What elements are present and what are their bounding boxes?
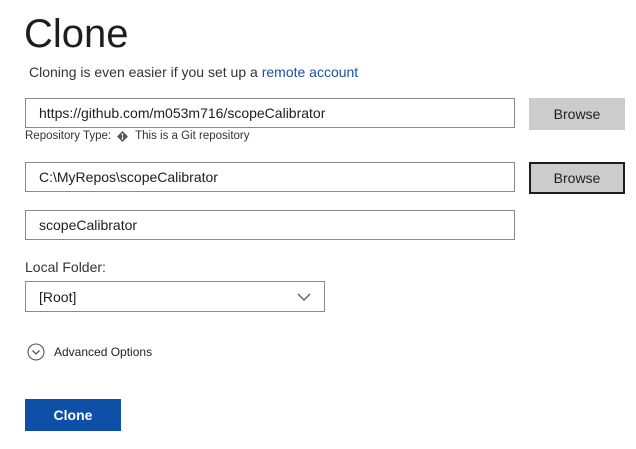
subtitle-text: Cloning is even easier if you set up a bbox=[29, 64, 262, 80]
subtitle: Cloning is even easier if you set up a r… bbox=[29, 63, 358, 81]
browse-url-button[interactable]: Browse bbox=[529, 98, 625, 130]
advanced-options-label: Advanced Options bbox=[54, 345, 153, 359]
git-icon bbox=[117, 130, 129, 142]
remote-account-link[interactable]: remote account bbox=[262, 64, 359, 80]
local-folder-select[interactable]: [Root] bbox=[25, 281, 325, 312]
repository-type-value: This is a Git repository bbox=[135, 130, 250, 142]
chevron-down-circle-icon bbox=[27, 343, 45, 361]
repository-name-value: scopeCalibrator bbox=[39, 217, 138, 233]
clone-button[interactable]: Clone bbox=[25, 399, 121, 431]
clone-panel: Clone Cloning is even easier if you set … bbox=[0, 0, 636, 449]
repository-type: Repository Type: This is a Git repositor… bbox=[25, 130, 250, 142]
repository-url-value: https://github.com/m053m716/scopeCalibra… bbox=[39, 105, 326, 121]
chevron-down-icon bbox=[297, 293, 311, 301]
local-path-value: C:\MyRepos\scopeCalibrator bbox=[39, 169, 218, 185]
repository-url-input[interactable]: https://github.com/m053m716/scopeCalibra… bbox=[25, 98, 515, 128]
page-title: Clone bbox=[24, 12, 129, 56]
browse-path-button[interactable]: Browse bbox=[529, 162, 625, 194]
repository-name-input[interactable]: scopeCalibrator bbox=[25, 210, 515, 240]
local-folder-selected: [Root] bbox=[39, 288, 77, 305]
local-folder-label: Local Folder: bbox=[25, 259, 106, 275]
repository-type-label: Repository Type: bbox=[25, 130, 112, 142]
local-path-input[interactable]: C:\MyRepos\scopeCalibrator bbox=[25, 162, 515, 192]
advanced-options-toggle[interactable]: Advanced Options bbox=[27, 343, 152, 361]
